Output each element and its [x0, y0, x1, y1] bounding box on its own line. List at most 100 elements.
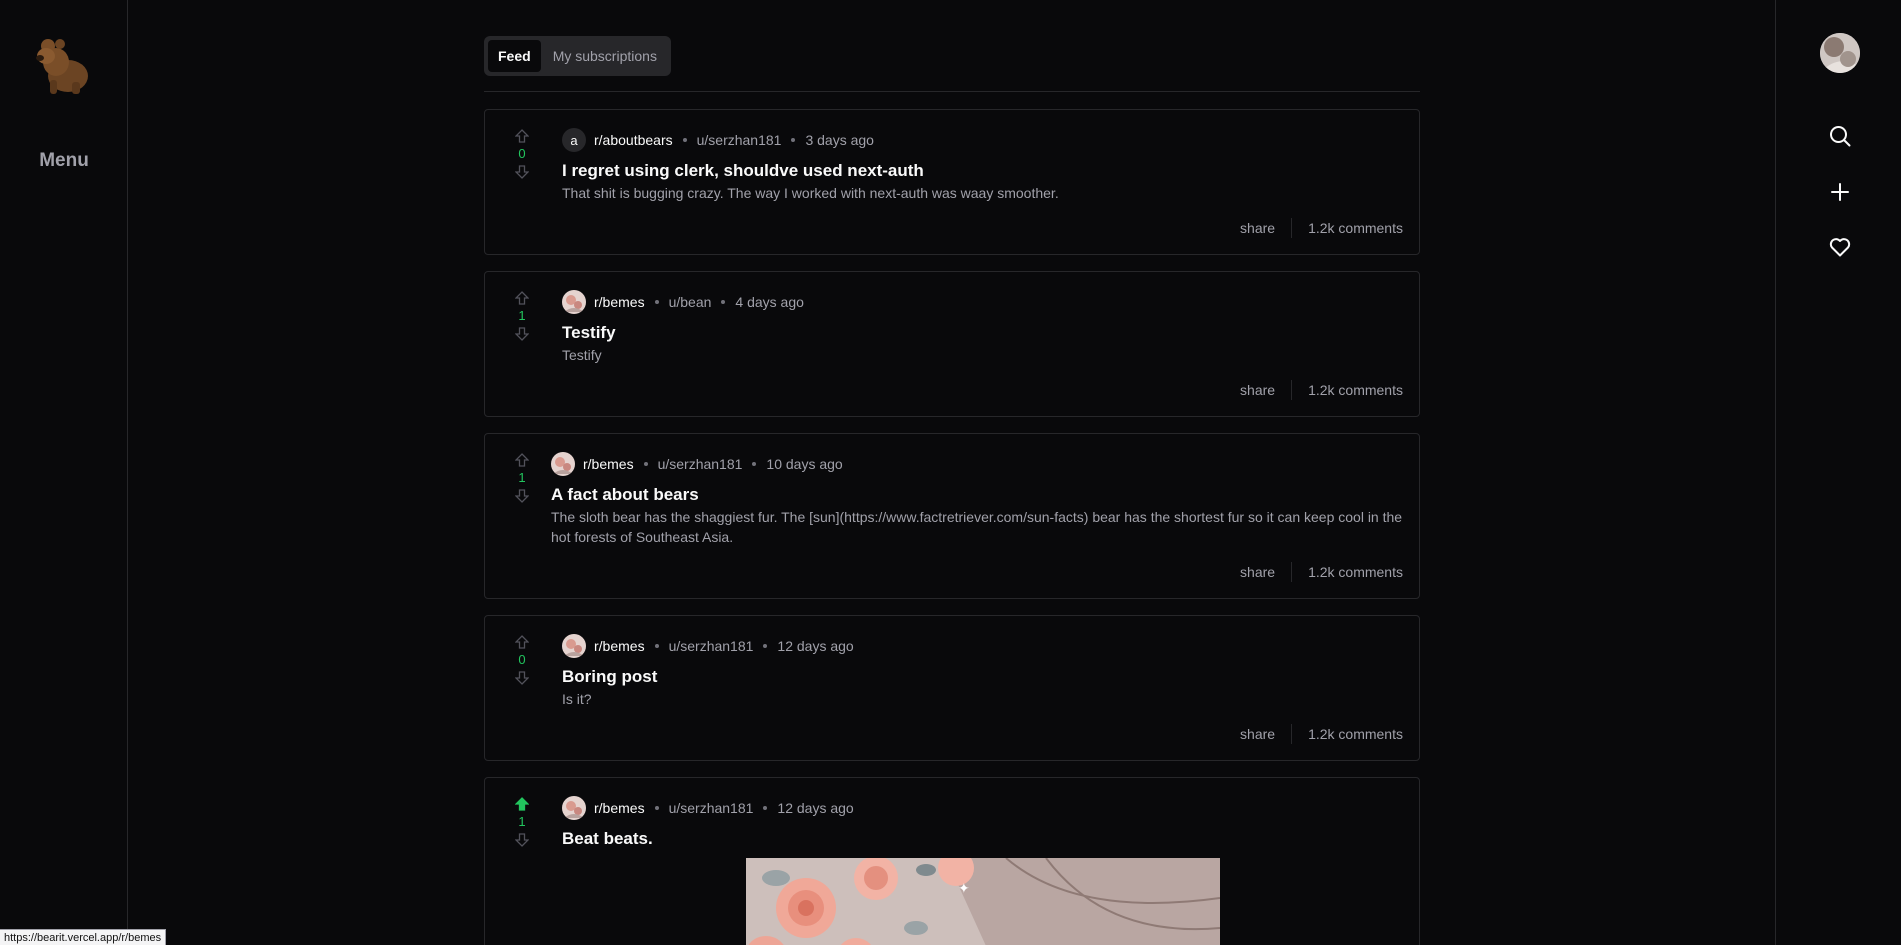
- post-meta: a r/aboutbears u/serzhan181 3 days ago: [562, 128, 1403, 152]
- post-time: 3 days ago: [805, 132, 874, 148]
- subreddit-link[interactable]: r/bemes: [594, 638, 645, 654]
- subreddit-link[interactable]: r/aboutbears: [594, 132, 673, 148]
- post-title[interactable]: A fact about bears: [551, 484, 1403, 506]
- separator-dot: [654, 806, 659, 810]
- subreddit-avatar: a: [562, 128, 586, 152]
- separator-dot: [643, 462, 648, 466]
- subreddit-avatar: [562, 796, 586, 820]
- separator-dot: [763, 806, 768, 810]
- vote-count: 1: [518, 470, 526, 485]
- post-time: 12 days ago: [777, 638, 854, 654]
- post-actions: share 1.2k comments: [1240, 724, 1403, 744]
- separator-dot: [763, 644, 768, 648]
- right-sidebar: [1775, 0, 1901, 945]
- vote-control: 1: [509, 796, 535, 848]
- upvote-icon[interactable]: [514, 796, 530, 812]
- post-title[interactable]: Beat beats.: [562, 828, 1403, 850]
- post-title[interactable]: I regret using clerk, shouldve used next…: [562, 160, 1403, 182]
- separator-dot: [791, 138, 796, 142]
- author-link[interactable]: u/serzhan181: [697, 132, 782, 148]
- share-button[interactable]: share: [1240, 220, 1291, 236]
- post-title[interactable]: Testify: [562, 322, 1403, 344]
- post-card[interactable]: 0 a r/aboutbears u/serzhan181 3 days ago…: [484, 109, 1420, 255]
- subreddit-avatar: [551, 452, 575, 476]
- post-card[interactable]: 1 r/bemes u/serzhan181 12 days ago Beat …: [484, 777, 1420, 945]
- downvote-icon[interactable]: [514, 832, 530, 848]
- comments-link[interactable]: 1.2k comments: [1292, 220, 1403, 236]
- downvote-icon[interactable]: [514, 164, 530, 180]
- post-actions: share 1.2k comments: [1240, 562, 1403, 582]
- author-link[interactable]: u/serzhan181: [669, 800, 754, 816]
- vote-control: 0: [509, 128, 535, 180]
- heart-icon[interactable]: [1826, 233, 1854, 261]
- separator-dot: [682, 138, 687, 142]
- comments-link[interactable]: 1.2k comments: [1292, 564, 1403, 580]
- tab-my-subscriptions[interactable]: My subscriptions: [543, 40, 667, 72]
- downvote-icon[interactable]: [514, 488, 530, 504]
- link-preview-status: https://bearit.vercel.app/r/bemes: [0, 929, 167, 945]
- post-meta: r/bemes u/bean 4 days ago: [562, 290, 1403, 314]
- post-card[interactable]: 1 r/bemes u/bean 4 days ago Testify Test…: [484, 271, 1420, 417]
- author-link[interactable]: u/bean: [669, 294, 712, 310]
- post-excerpt: Testify: [562, 347, 602, 363]
- plus-icon[interactable]: [1826, 178, 1854, 206]
- bear-logo-icon[interactable]: [30, 32, 94, 96]
- post-card[interactable]: 1 r/bemes u/serzhan181 10 days ago A fac…: [484, 433, 1420, 599]
- comments-link[interactable]: 1.2k comments: [1292, 382, 1403, 398]
- post-meta: r/bemes u/serzhan181 10 days ago: [551, 452, 1403, 476]
- post-time: 12 days ago: [777, 800, 854, 816]
- divider: [484, 91, 1420, 92]
- left-sidebar: Menu: [0, 0, 128, 945]
- subreddit-link[interactable]: r/bemes: [583, 456, 634, 472]
- vote-control: 0: [509, 634, 535, 686]
- post-body: r/bemes u/bean 4 days ago Testify Testif…: [562, 290, 1403, 365]
- share-button[interactable]: share: [1240, 382, 1291, 398]
- post-actions: share 1.2k comments: [1240, 218, 1403, 238]
- author-link[interactable]: u/serzhan181: [669, 638, 754, 654]
- subreddit-avatar: [562, 634, 586, 658]
- post-time: 10 days ago: [766, 456, 843, 472]
- post-body: r/bemes u/serzhan181 10 days ago A fact …: [551, 452, 1403, 547]
- post-time: 4 days ago: [735, 294, 804, 310]
- post-excerpt: That shit is bugging crazy. The way I wo…: [562, 185, 1059, 201]
- subreddit-avatar: [562, 290, 586, 314]
- post-meta: r/bemes u/serzhan181 12 days ago: [562, 796, 1403, 820]
- comments-link[interactable]: 1.2k comments: [1292, 726, 1403, 742]
- post-excerpt: The sloth bear has the shaggiest fur. Th…: [551, 509, 1403, 545]
- author-link[interactable]: u/serzhan181: [658, 456, 743, 472]
- post-actions: share 1.2k comments: [1240, 380, 1403, 400]
- menu-button[interactable]: Menu: [0, 150, 128, 172]
- subreddit-link[interactable]: r/bemes: [594, 800, 645, 816]
- post-meta: r/bemes u/serzhan181 12 days ago: [562, 634, 1403, 658]
- share-button[interactable]: share: [1240, 564, 1291, 580]
- tab-feed[interactable]: Feed: [488, 40, 541, 72]
- upvote-icon[interactable]: [514, 634, 530, 650]
- post-image[interactable]: ✦: [746, 858, 1220, 945]
- downvote-icon[interactable]: [514, 326, 530, 342]
- upvote-icon[interactable]: [514, 290, 530, 306]
- post-card[interactable]: 0 r/bemes u/serzhan181 12 days ago Borin…: [484, 615, 1420, 761]
- app: Menu Feed My subscriptions 0 a r/aboutbe…: [0, 0, 1901, 945]
- share-button[interactable]: share: [1240, 726, 1291, 742]
- upvote-icon[interactable]: [514, 452, 530, 468]
- vote-control: 1: [509, 290, 535, 342]
- post-body: a r/aboutbears u/serzhan181 3 days ago I…: [562, 128, 1403, 203]
- feed-tabs: Feed My subscriptions: [484, 36, 671, 76]
- separator-dot: [654, 644, 659, 648]
- separator-dot: [752, 462, 757, 466]
- downvote-icon[interactable]: [514, 670, 530, 686]
- search-icon[interactable]: [1826, 122, 1854, 150]
- user-avatar[interactable]: [1820, 33, 1860, 73]
- post-body: r/bemes u/serzhan181 12 days ago Boring …: [562, 634, 1403, 709]
- svg-text:✦: ✦: [958, 881, 970, 897]
- vote-control: 1: [509, 452, 535, 504]
- post-excerpt: Is it?: [562, 691, 592, 707]
- post-body: r/bemes u/serzhan181 12 days ago Beat be…: [562, 796, 1403, 850]
- subreddit-link[interactable]: r/bemes: [594, 294, 645, 310]
- separator-dot: [654, 300, 659, 304]
- vote-count: 0: [518, 652, 526, 667]
- vote-count: 0: [518, 146, 526, 161]
- post-title[interactable]: Boring post: [562, 666, 1403, 688]
- vote-count: 1: [518, 308, 526, 323]
- upvote-icon[interactable]: [514, 128, 530, 144]
